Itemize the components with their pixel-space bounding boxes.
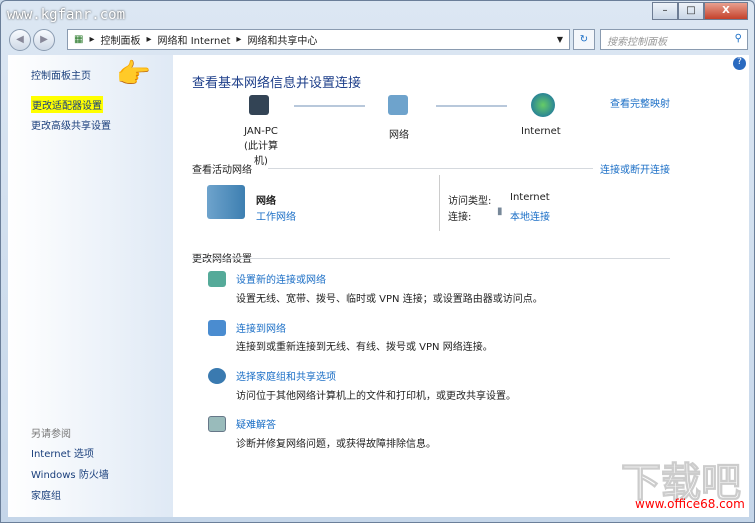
setup-connection-link[interactable]: 设置新的连接或网络 bbox=[236, 271, 326, 286]
troubleshoot-desc: 诊断并修复网络问题，或获得故障排除信息。 bbox=[236, 439, 436, 450]
hand-pointer-icon: 👉 bbox=[116, 57, 151, 90]
maximize-button[interactable]: □ bbox=[678, 2, 704, 20]
internet-label: Internet bbox=[521, 126, 561, 137]
new-connection-icon bbox=[208, 271, 226, 287]
help-icon[interactable]: ? bbox=[733, 57, 746, 70]
active-networks-header: 查看活动网络 bbox=[192, 165, 252, 176]
troubleshoot-link[interactable]: 疑难解答 bbox=[236, 416, 276, 431]
troubleshoot-icon bbox=[208, 416, 226, 432]
forward-button[interactable]: ▶ bbox=[33, 29, 55, 51]
network-name: 网络 bbox=[256, 196, 276, 207]
computer-label: JAN-PC bbox=[244, 126, 278, 137]
sidebar-adapter-settings[interactable]: 更改适配器设置 bbox=[31, 96, 103, 113]
connect-network-desc: 连接到或重新连接到无线、有线、拨号或 VPN 网络连接。 bbox=[236, 342, 493, 353]
sidebar: 控制面板主页 👉 更改适配器设置 更改高级共享设置 另请参阅 Internet … bbox=[8, 55, 173, 517]
full-map-link[interactable]: 查看完整映射 bbox=[610, 95, 670, 110]
sidebar-internet-options[interactable]: Internet 选项 bbox=[31, 445, 94, 460]
sidebar-home[interactable]: 控制面板主页 bbox=[31, 67, 91, 82]
see-also-label: 另请参阅 bbox=[31, 429, 71, 440]
network-building-icon bbox=[207, 185, 245, 219]
connect-network-icon bbox=[208, 320, 226, 336]
homegroup-link[interactable]: 选择家庭组和共享选项 bbox=[236, 368, 336, 383]
window: www.kgfanr.com – □ X ◀ ▶ ▦ ▸ 控制面板 ▸ 网络和 Int… bbox=[0, 0, 755, 523]
access-type-label: 访问类型: bbox=[448, 196, 492, 207]
dropdown-icon[interactable]: ▼ bbox=[557, 35, 563, 44]
search-icon[interactable]: ⚲ bbox=[735, 33, 742, 44]
search-input[interactable]: 搜索控制面板 ⚲ bbox=[600, 29, 748, 50]
refresh-button[interactable]: ↻ bbox=[573, 29, 595, 50]
main-panel: ? 查看基本网络信息并设置连接 查看完整映射 JAN-PC (此计算机) 网络 I… bbox=[173, 55, 749, 517]
office68-url: www.office68.com bbox=[635, 497, 745, 511]
address-bar[interactable]: ▦ ▸ 控制面板 ▸ 网络和 Internet ▸ 网络和共享中心 ▼ bbox=[67, 29, 570, 50]
breadcrumb-network-internet[interactable]: 网络和 Internet bbox=[158, 32, 231, 47]
close-button[interactable]: X bbox=[704, 2, 748, 20]
connect-network-link[interactable]: 连接到网络 bbox=[236, 320, 286, 335]
breadcrumb-control-panel[interactable]: 控制面板 bbox=[100, 32, 140, 47]
sidebar-firewall[interactable]: Windows 防火墙 bbox=[31, 466, 109, 481]
setup-connection-desc: 设置无线、宽带、拨号、临时或 VPN 连接；或设置路由器或访问点。 bbox=[236, 294, 543, 305]
ethernet-icon: ▮ bbox=[497, 206, 503, 217]
internet-globe-icon bbox=[531, 93, 555, 117]
minimize-button[interactable]: – bbox=[652, 2, 678, 20]
local-connection-link[interactable]: 本地连接 bbox=[510, 208, 550, 223]
connect-disconnect-link[interactable]: 连接或断开连接 bbox=[600, 161, 670, 176]
page-title: 查看基本网络信息并设置连接 bbox=[192, 76, 362, 91]
access-type-value: Internet bbox=[510, 192, 550, 203]
homegroup-icon bbox=[208, 368, 226, 384]
computer-icon bbox=[249, 95, 269, 115]
connection-label: 连接: bbox=[448, 212, 472, 223]
sidebar-homegroup[interactable]: 家庭组 bbox=[31, 487, 61, 502]
network-type-link[interactable]: 工作网络 bbox=[256, 208, 296, 223]
watermark: www.kgfanr.com bbox=[7, 7, 126, 23]
back-button[interactable]: ◀ bbox=[9, 29, 31, 51]
homegroup-desc: 访问位于其他网络计算机上的文件和打印机，或更改共享设置。 bbox=[236, 391, 516, 402]
sidebar-advanced-sharing[interactable]: 更改高级共享设置 bbox=[31, 117, 111, 132]
network-icon bbox=[388, 95, 408, 115]
breadcrumb-network-center[interactable]: 网络和共享中心 bbox=[247, 32, 317, 47]
network-label: 网络 bbox=[389, 130, 409, 141]
control-panel-icon: ▦ bbox=[74, 34, 84, 45]
